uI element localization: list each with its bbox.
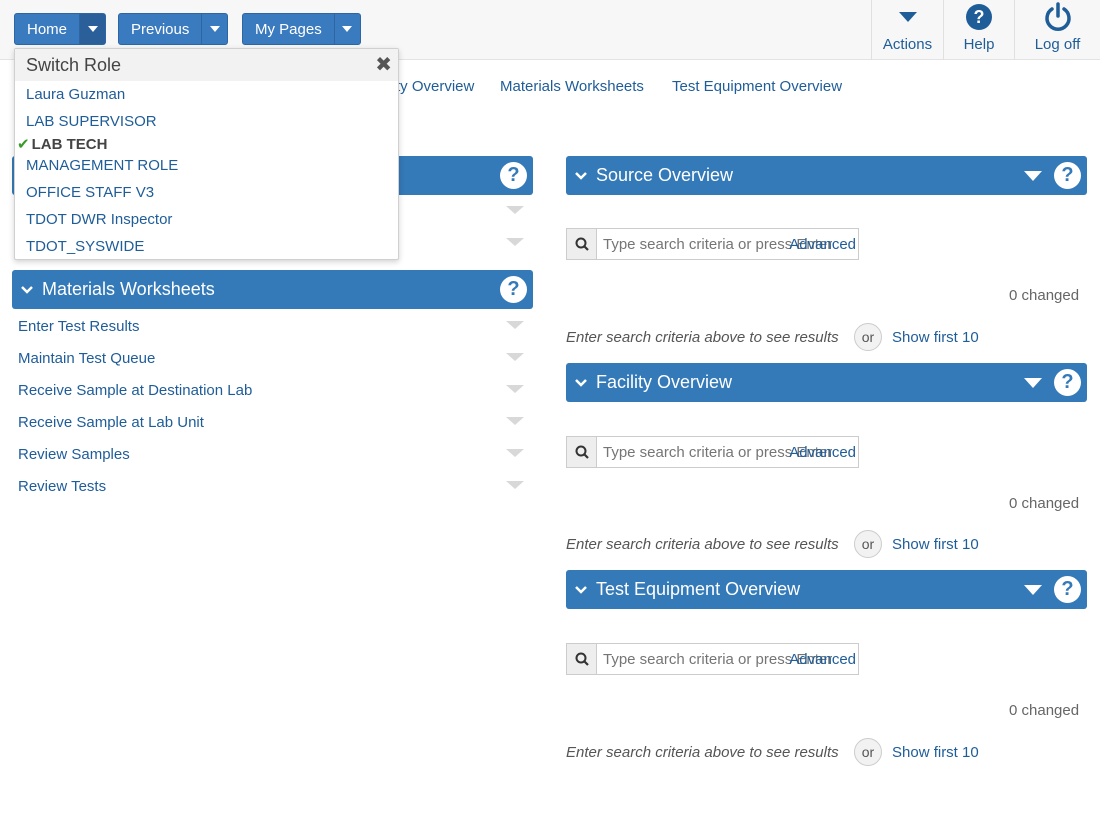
my-pages-dropdown-toggle[interactable] [333, 14, 360, 44]
test-equipment-advanced-link[interactable]: Advanced [789, 651, 856, 668]
source-changed-count: 0 changed [1009, 287, 1080, 304]
menu-caret-icon[interactable] [506, 449, 524, 457]
or-divider: or [854, 323, 882, 351]
role-item-active[interactable]: ✔ LAB TECH [17, 135, 107, 153]
facility-advanced-link[interactable]: Advanced [789, 444, 856, 461]
actions-button[interactable]: Actions [871, 0, 943, 60]
facility-show-first-link[interactable]: Show first 10 [892, 536, 979, 553]
collapse-toggle-icon[interactable] [1024, 377, 1042, 388]
chevron-down-icon [21, 285, 33, 294]
worksheet-item[interactable]: Review Samples [18, 446, 130, 463]
test-equipment-hint-text: Enter search criteria above to see resul… [566, 744, 839, 761]
help-icon[interactable]: ? [1054, 369, 1081, 396]
or-divider: or [854, 530, 882, 558]
facility-search-box: Advanced [566, 436, 859, 468]
logoff-button[interactable]: Log off [1014, 0, 1100, 60]
chevron-down-icon [575, 378, 587, 387]
caret-down-icon [898, 0, 918, 34]
help-icon[interactable]: ? [500, 162, 527, 189]
facility-changed-count: 0 changed [1009, 495, 1080, 512]
search-icon[interactable] [567, 644, 597, 674]
home-button[interactable]: Home [14, 13, 107, 45]
caret-down-icon [87, 26, 98, 32]
worksheet-item[interactable]: Review Tests [18, 478, 106, 495]
help-icon[interactable]: ? [500, 276, 527, 303]
worksheet-item[interactable]: Maintain Test Queue [18, 350, 155, 367]
help-icon[interactable]: ? [1054, 576, 1081, 603]
role-item[interactable]: OFFICE STAFF V3 [26, 184, 154, 201]
menu-caret-icon[interactable] [506, 481, 524, 489]
svg-text:?: ? [974, 7, 985, 27]
menu-caret-icon[interactable] [506, 206, 524, 214]
previous-dropdown-toggle[interactable] [201, 14, 227, 44]
chevron-down-icon [575, 171, 587, 180]
home-button-label: Home [27, 20, 68, 38]
check-icon: ✔ [17, 136, 30, 153]
link-materials-worksheets[interactable]: Materials Worksheets [500, 78, 644, 95]
menu-caret-icon[interactable] [506, 238, 524, 246]
test-equipment-search-box: Advanced [566, 643, 859, 675]
worksheet-item[interactable]: Enter Test Results [18, 318, 139, 335]
collapse-toggle-icon[interactable] [1024, 584, 1042, 595]
role-item[interactable]: LAB SUPERVISOR [26, 113, 157, 130]
help-icon[interactable]: ? [1054, 162, 1081, 189]
role-item[interactable]: Laura Guzman [26, 86, 125, 103]
worksheet-item[interactable]: Receive Sample at Lab Unit [18, 414, 204, 431]
previous-button-label: Previous [131, 20, 190, 38]
help-icon: ? [965, 0, 993, 34]
my-pages-button[interactable]: My Pages [242, 13, 361, 45]
source-advanced-link[interactable]: Advanced [789, 236, 856, 253]
menu-caret-icon[interactable] [506, 417, 524, 425]
my-pages-button-label: My Pages [255, 20, 322, 38]
chevron-down-icon [575, 585, 587, 594]
close-icon[interactable]: ✖ [375, 52, 392, 77]
source-overview-header[interactable]: Source Overview ? [566, 156, 1087, 195]
link-partial-overview[interactable]: ty Overview [396, 78, 474, 95]
role-item[interactable]: TDOT_SYSWIDE [26, 238, 144, 255]
role-item[interactable]: TDOT DWR Inspector [26, 211, 172, 228]
facility-overview-header[interactable]: Facility Overview ? [566, 363, 1087, 402]
worksheet-item[interactable]: Receive Sample at Destination Lab [18, 382, 252, 399]
source-show-first-link[interactable]: Show first 10 [892, 329, 979, 346]
menu-caret-icon[interactable] [506, 321, 524, 329]
facility-hint-text: Enter search criteria above to see resul… [566, 536, 839, 553]
search-icon[interactable] [567, 229, 597, 259]
test-equipment-changed-count: 0 changed [1009, 702, 1080, 719]
help-label: Help [963, 36, 995, 53]
or-divider: or [854, 738, 882, 766]
caret-down-icon [342, 26, 353, 32]
caret-down-icon [209, 26, 220, 32]
actions-label: Actions [882, 36, 933, 53]
switch-role-title: Switch Role [26, 54, 122, 75]
logoff-label: Log off [1034, 36, 1081, 53]
home-dropdown-toggle[interactable] [79, 14, 106, 44]
source-overview-title: Source Overview [596, 165, 734, 185]
test-equipment-overview-title: Test Equipment Overview [596, 579, 801, 599]
menu-caret-icon[interactable] [506, 385, 524, 393]
materials-worksheets-title: Materials Worksheets [42, 279, 215, 299]
switch-role-header: Switch Role ✖ [15, 49, 398, 81]
role-item-label: LAB TECH [31, 136, 108, 153]
test-equipment-show-first-link[interactable]: Show first 10 [892, 744, 979, 761]
power-icon [1044, 0, 1072, 34]
source-search-box: Advanced [566, 228, 859, 260]
test-equipment-overview-header[interactable]: Test Equipment Overview ? [566, 570, 1087, 609]
link-test-equipment-overview[interactable]: Test Equipment Overview [672, 78, 842, 95]
facility-overview-title: Facility Overview [596, 372, 733, 392]
materials-worksheets-header[interactable]: Materials Worksheets ? [12, 270, 533, 309]
collapse-toggle-icon[interactable] [1024, 170, 1042, 181]
previous-button[interactable]: Previous [118, 13, 229, 45]
role-item[interactable]: MANAGEMENT ROLE [26, 157, 178, 174]
source-hint-text: Enter search criteria above to see resul… [566, 329, 839, 346]
switch-role-dropdown: Switch Role ✖ Laura Guzman LAB SUPERVISO… [14, 48, 399, 260]
menu-caret-icon[interactable] [506, 353, 524, 361]
search-icon[interactable] [567, 437, 597, 467]
help-button[interactable]: ? Help [943, 0, 1014, 60]
